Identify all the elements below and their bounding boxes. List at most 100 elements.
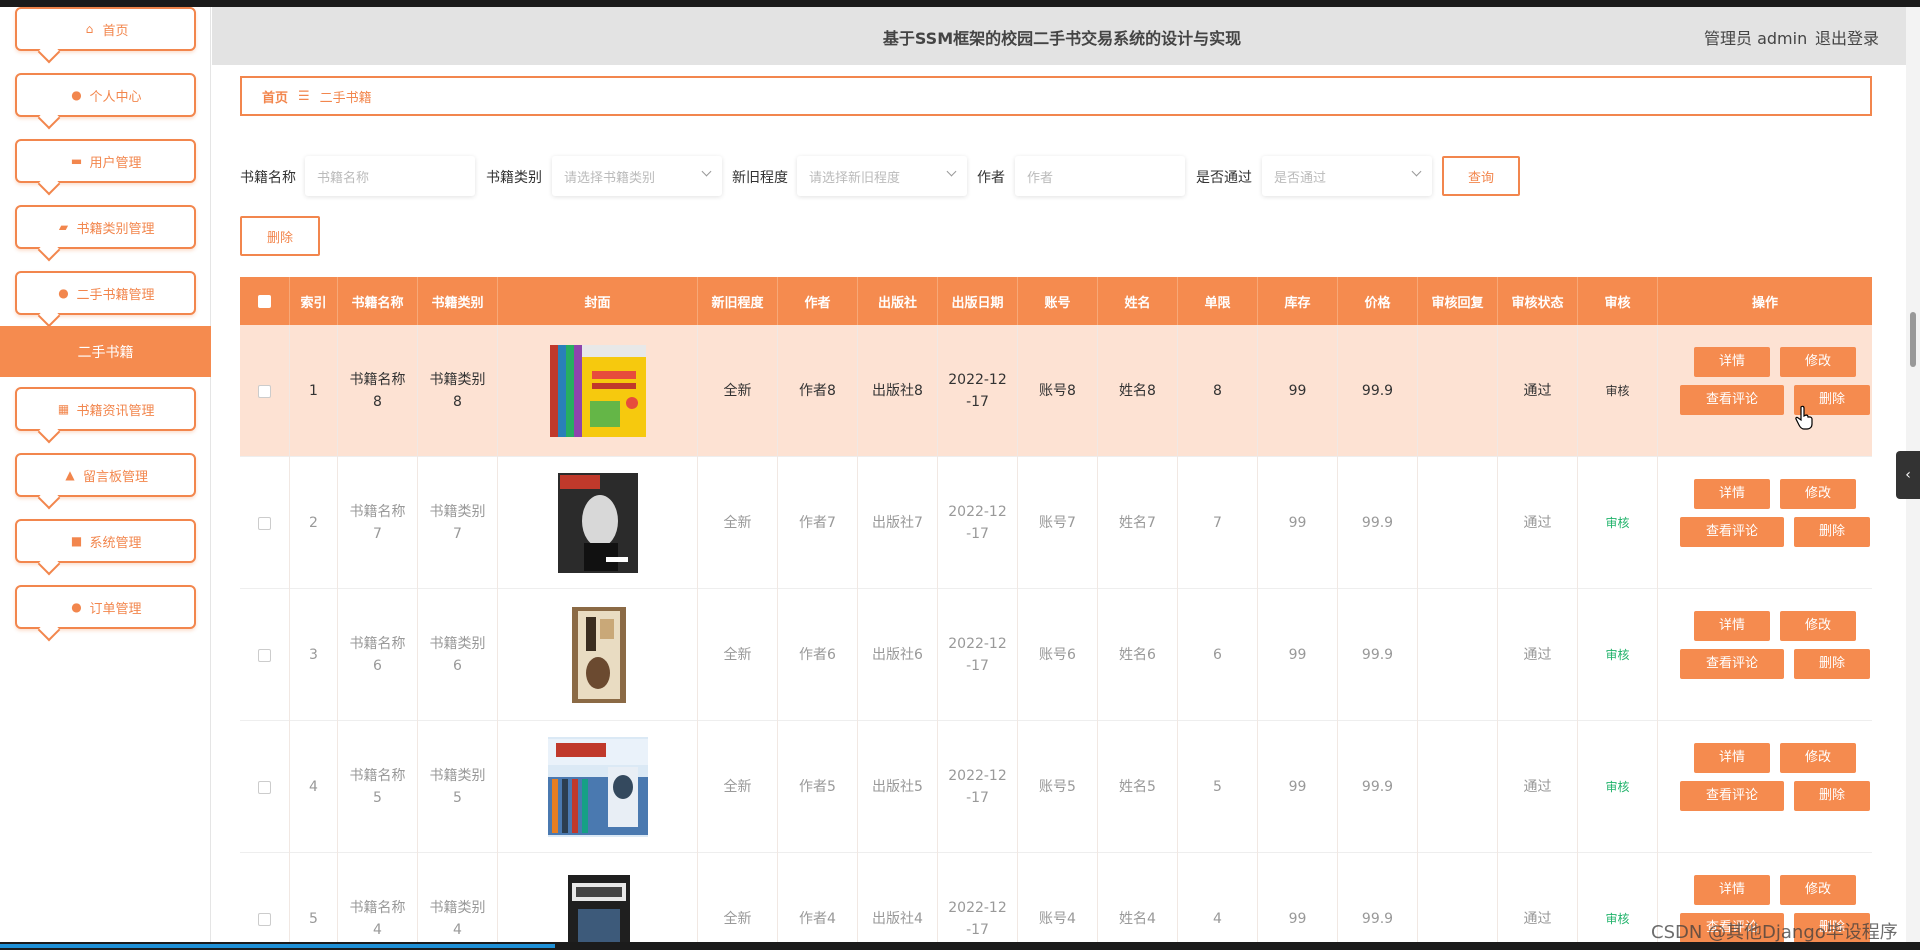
sidebar-item-label: 用户管理 — [89, 155, 142, 171]
scroll-thumb[interactable] — [0, 944, 555, 948]
condition-select[interactable]: 请选择新旧程度 — [797, 156, 967, 196]
view-comments-button[interactable]: 查看评论 — [1680, 781, 1784, 811]
edit-button[interactable]: 修改 — [1780, 479, 1856, 509]
condition-placeholder: 请选择新旧程度 — [809, 170, 901, 186]
chevron-left-icon: ‹ — [1905, 467, 1911, 483]
sidebar-item-orders[interactable]: ● 订单管理 — [15, 585, 196, 629]
filter-pass-label: 是否通过 — [1196, 170, 1252, 186]
sidebar-item-home[interactable]: ⌂ 首页 — [15, 7, 196, 51]
cell-name: 姓名7 — [1098, 457, 1178, 589]
audit-link[interactable]: 审核 — [1578, 853, 1658, 950]
cell-status: 通过 — [1498, 721, 1578, 853]
edit-button[interactable]: 修改 — [1780, 875, 1856, 905]
detail-button[interactable]: 详情 — [1694, 743, 1770, 773]
cell-condition: 全新 — [698, 325, 778, 457]
cell-author: 作者8 — [778, 325, 858, 457]
cell-book-type: 书籍类别 4 — [418, 853, 498, 950]
horizontal-scrollbar[interactable] — [0, 942, 1920, 950]
cell-limit: 4 — [1178, 853, 1258, 950]
audit-link[interactable]: 审核 — [1578, 721, 1658, 853]
audit-link[interactable]: 审核 — [1578, 325, 1658, 457]
edit-button[interactable]: 修改 — [1780, 611, 1856, 641]
sidebar-item-book-category[interactable]: ▰ 书籍类别管理 — [15, 205, 196, 249]
sidebar-item-book-news[interactable]: ▦ 书籍资讯管理 — [15, 387, 196, 431]
detail-button[interactable]: 详情 — [1694, 875, 1770, 905]
row-select-cell — [240, 457, 290, 589]
briefcase-icon: ■ — [70, 533, 83, 548]
audit-link[interactable]: 审核 — [1578, 589, 1658, 721]
col-book-name: 书籍名称 — [338, 277, 418, 325]
user-icon: ● — [58, 285, 69, 300]
book-cover-image — [557, 473, 638, 573]
pass-placeholder: 是否通过 — [1274, 170, 1327, 186]
row-select-cell — [240, 721, 290, 853]
sidebar-item-personal-center[interactable]: ● 个人中心 — [15, 73, 196, 117]
book-type-placeholder: 请选择书籍类别 — [564, 170, 656, 186]
breadcrumb-home[interactable]: 首页 — [262, 87, 288, 106]
edit-button[interactable]: 修改 — [1780, 347, 1856, 377]
cell-stock: 99 — [1258, 853, 1338, 950]
cell-press: 出版社5 — [858, 721, 938, 853]
top-header: 基于SSM框架的校园二手书交易系统的设计与实现 管理员 admin 退出登录 — [212, 7, 1920, 65]
row-checkbox[interactable] — [258, 912, 271, 926]
cell-name: 姓名8 — [1098, 325, 1178, 457]
col-limit: 单限 — [1178, 277, 1258, 325]
cell-cover — [498, 457, 698, 589]
cell-cover — [498, 721, 698, 853]
detail-button[interactable]: 详情 — [1694, 347, 1770, 377]
filter-author-label: 作者 — [977, 170, 1005, 186]
view-comments-button[interactable]: 查看评论 — [1680, 517, 1784, 547]
cell-account: 账号4 — [1018, 853, 1098, 950]
cell-price: 99.9 — [1338, 457, 1418, 589]
book-name-input[interactable]: 书籍名称 — [305, 156, 475, 196]
sidebar-item-used-books[interactable]: ● 二手书籍管理 — [15, 271, 196, 315]
page-title: 基于SSM框架的校园二手书交易系统的设计与实现 — [882, 29, 1242, 48]
batch-delete-button[interactable]: 删除 — [240, 216, 320, 256]
collapse-tab[interactable]: ‹ — [1896, 451, 1920, 499]
cell-actions: 详情 修改 查看评论 删除 — [1658, 589, 1872, 721]
view-comments-button[interactable]: 查看评论 — [1680, 385, 1784, 415]
view-comments-button[interactable]: 查看评论 — [1680, 649, 1784, 679]
book-type-select[interactable]: 请选择书籍类别 — [552, 156, 722, 196]
filter-name-label: 书籍名称 — [240, 170, 296, 186]
cell-book-name: 书籍名称 7 — [338, 457, 418, 589]
table-row: 2 书籍名称 7 书籍类别 7 全新 作者7 出版社7 2022-12 -17 … — [240, 457, 1872, 589]
detail-button[interactable]: 详情 — [1694, 611, 1770, 641]
delete-button[interactable]: 删除 — [1794, 781, 1870, 811]
sidebar-item-message-board[interactable]: ▲ 留言板管理 — [15, 453, 196, 497]
detail-button[interactable]: 详情 — [1694, 479, 1770, 509]
cell-index: 3 — [290, 589, 338, 721]
row-checkbox[interactable] — [258, 384, 271, 398]
menu-icon: ☰ — [298, 88, 310, 104]
cell-limit: 8 — [1178, 325, 1258, 457]
book-cover-image — [547, 737, 648, 837]
select-all-checkbox[interactable] — [258, 294, 271, 308]
row-checkbox[interactable] — [258, 780, 271, 794]
row-checkbox[interactable] — [258, 516, 271, 530]
sidebar-subitem-used-books[interactable]: 二手书籍 — [0, 326, 211, 377]
cell-book-name: 书籍名称 5 — [338, 721, 418, 853]
cell-book-type: 书籍类别 8 — [418, 325, 498, 457]
delete-button[interactable]: 删除 — [1794, 649, 1870, 679]
cell-limit: 5 — [1178, 721, 1258, 853]
cell-index: 2 — [290, 457, 338, 589]
chevron-down-icon — [1411, 166, 1422, 177]
cell-reply — [1418, 853, 1498, 950]
row-checkbox[interactable] — [258, 648, 271, 662]
cell-date: 2022-12 -17 — [938, 853, 1018, 950]
sidebar: ⌂ 首页 ● 个人中心 ▬ 用户管理 ▰ 书籍类别管理 ● 二手书籍管理 ▦ 书… — [0, 7, 211, 950]
audit-link[interactable]: 审核 — [1578, 457, 1658, 589]
logout-link[interactable]: 退出登录 — [1815, 25, 1879, 49]
row-select-cell — [240, 325, 290, 457]
col-reply: 审核回复 — [1418, 277, 1498, 325]
author-input[interactable]: 作者 — [1015, 156, 1185, 196]
cell-price: 99.9 — [1338, 589, 1418, 721]
sidebar-item-user-management[interactable]: ▬ 用户管理 — [15, 139, 196, 183]
sidebar-item-system[interactable]: ■ 系统管理 — [15, 519, 196, 563]
search-button[interactable]: 查询 — [1442, 156, 1520, 196]
pass-select[interactable]: 是否通过 — [1262, 156, 1432, 196]
sidebar-item-label: 书籍资讯管理 — [76, 403, 155, 419]
scroll-thumb[interactable] — [1910, 312, 1916, 367]
delete-button[interactable]: 删除 — [1794, 517, 1870, 547]
edit-button[interactable]: 修改 — [1780, 743, 1856, 773]
